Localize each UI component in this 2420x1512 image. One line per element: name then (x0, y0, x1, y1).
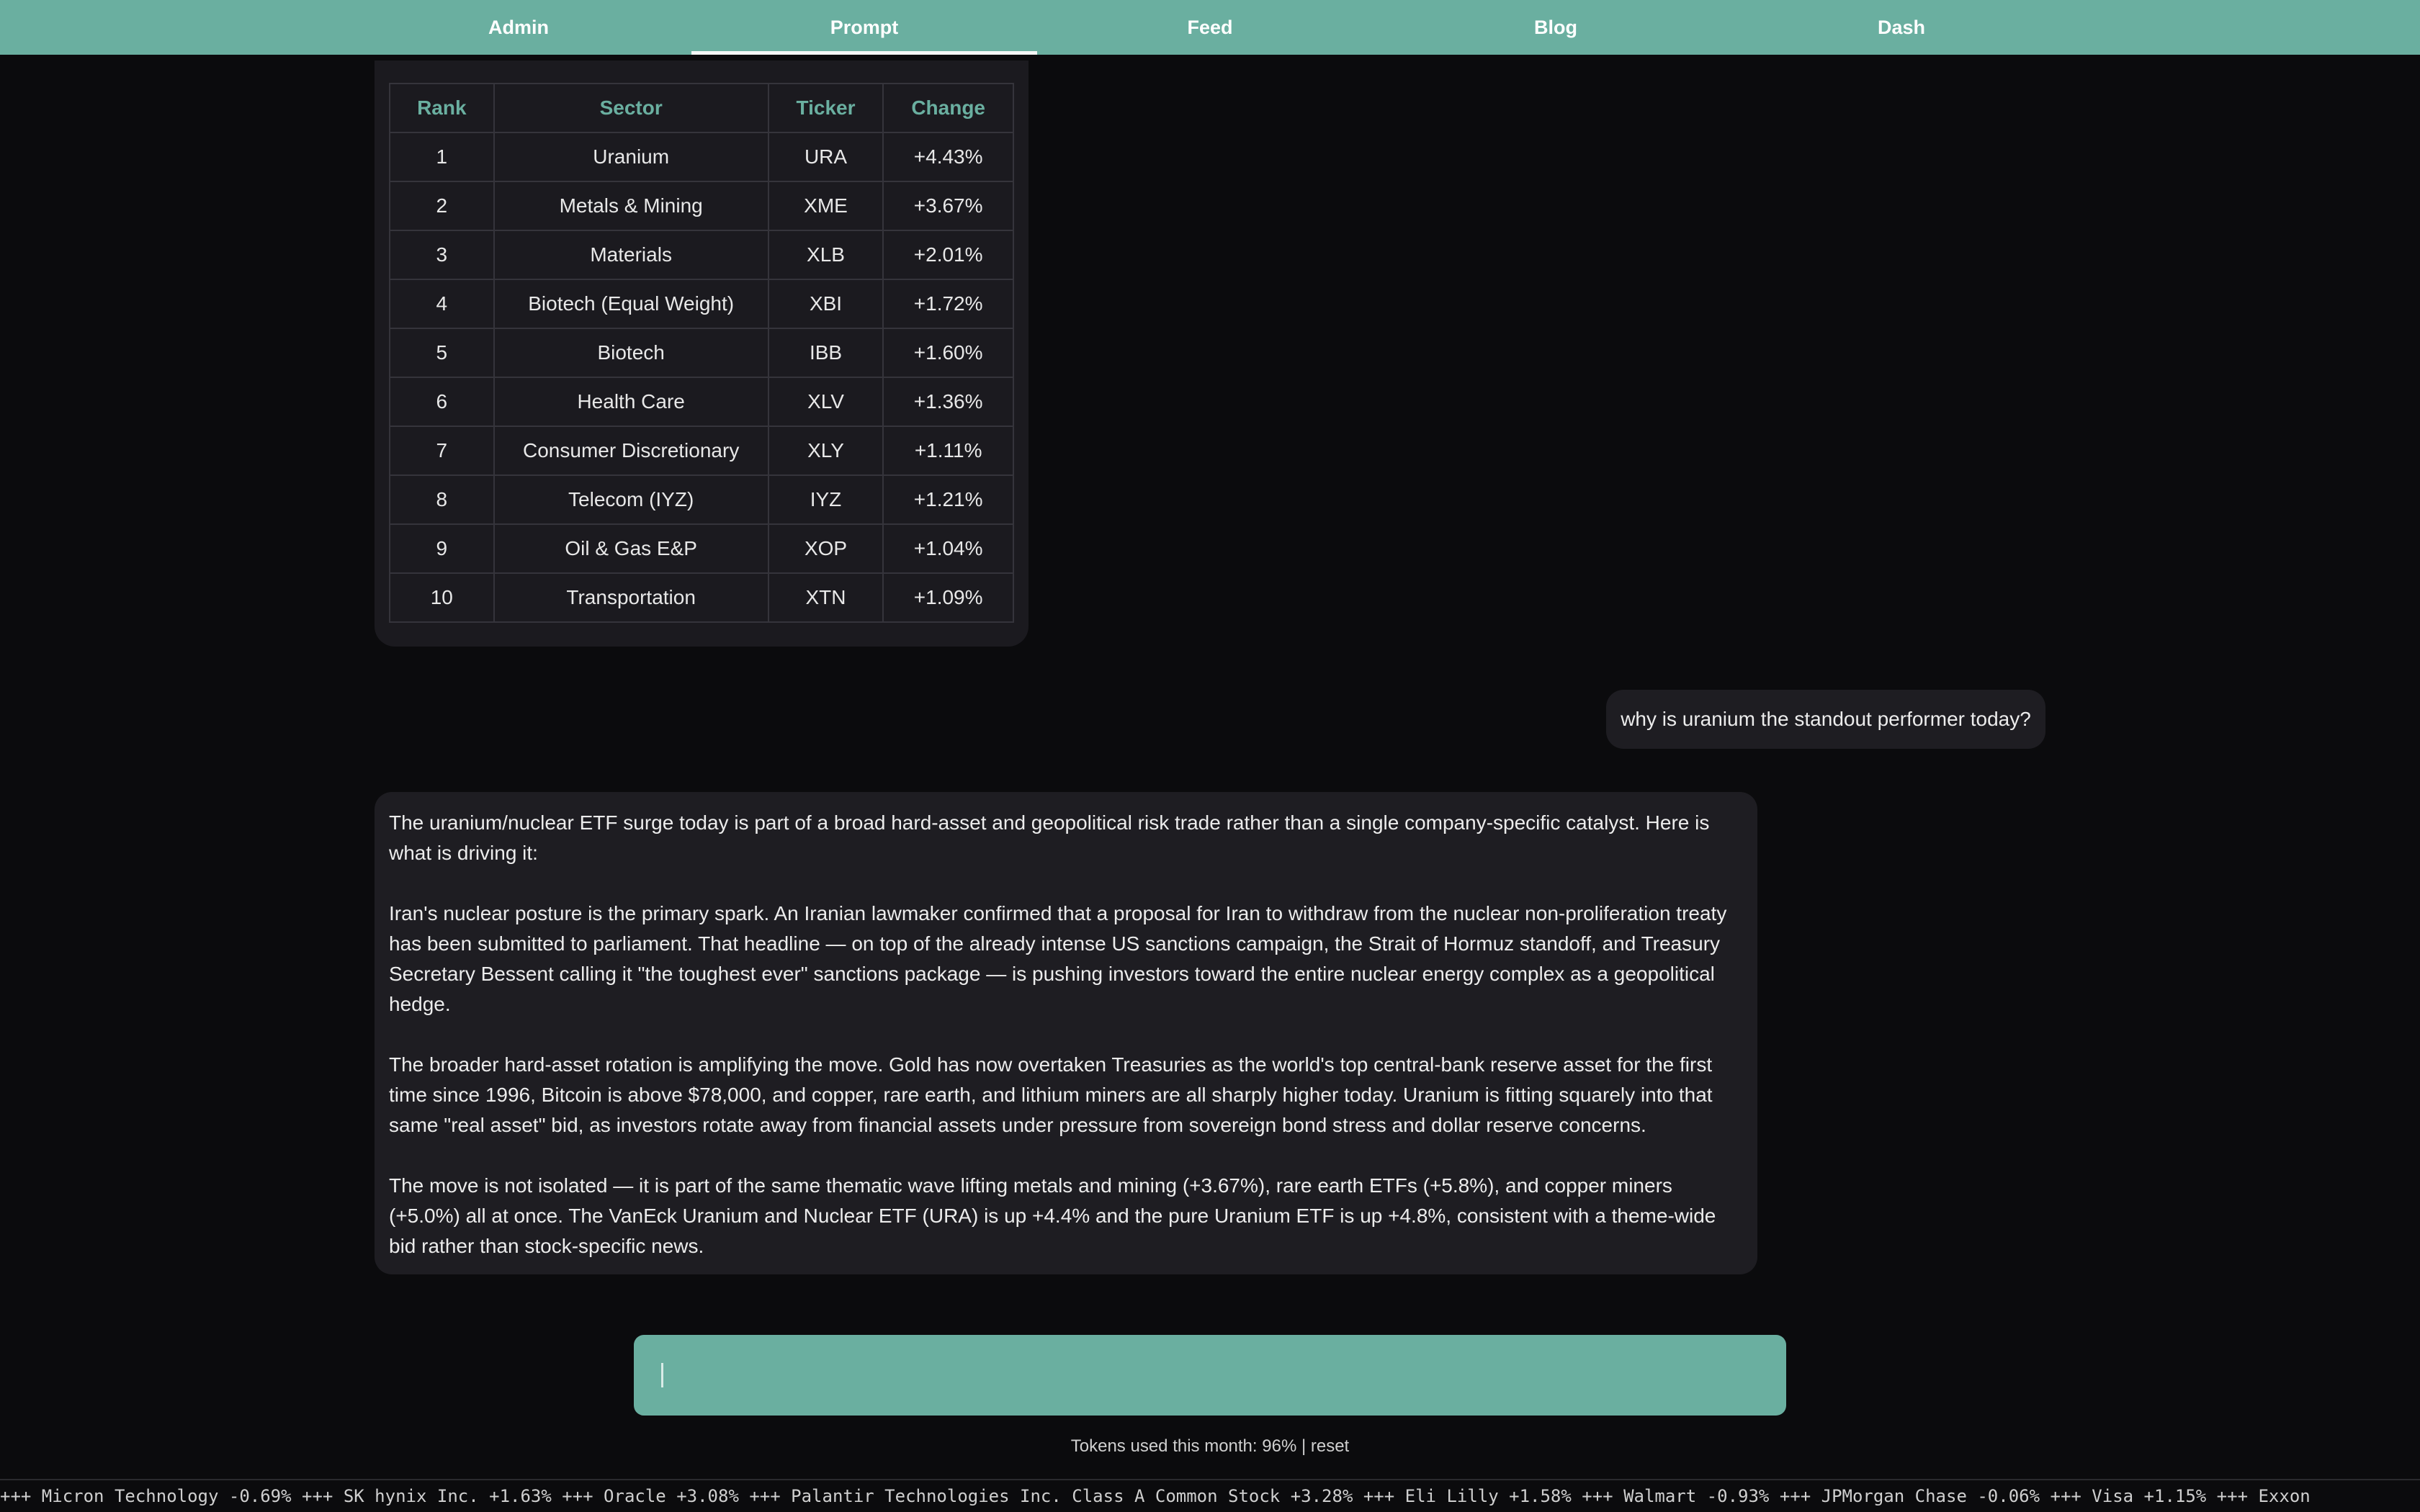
table-row: 6 Health Care XLV +1.36% (389, 377, 1014, 427)
cell-rank: 6 (389, 377, 495, 427)
top-nav: Admin Prompt Feed Blog Dash (0, 0, 2420, 55)
cell-ticker: XLY (767, 426, 884, 476)
nav-tab-dash[interactable]: Dash (1729, 0, 2074, 55)
assistant-message: The uranium/nuclear ETF surge today is p… (375, 792, 1757, 1274)
cell-rank: 3 (389, 230, 495, 280)
header-change: Change (882, 83, 1014, 133)
cell-rank: 9 (389, 523, 495, 574)
cell-ticker: URA (767, 132, 884, 182)
cell-change: +1.21% (882, 474, 1014, 525)
cell-change: +2.01% (882, 230, 1014, 280)
cell-ticker: XBI (767, 279, 884, 329)
nav-tab-admin[interactable]: Admin (346, 0, 691, 55)
table-row: 8 Telecom (IYZ) IYZ +1.21% (389, 474, 1014, 525)
assistant-paragraph: The broader hard-asset rotation is ampli… (389, 1053, 1713, 1136)
cell-rank: 5 (389, 328, 495, 378)
cell-sector: Consumer Discretionary (493, 426, 769, 476)
cell-sector: Biotech (493, 328, 769, 378)
cell-change: +1.04% (882, 523, 1014, 574)
cell-sector: Health Care (493, 377, 769, 427)
assistant-paragraph: Iran's nuclear posture is the primary sp… (389, 902, 1727, 1015)
header-rank: Rank (389, 83, 495, 133)
table-row: 9 Oil & Gas E&P XOP +1.04% (389, 523, 1014, 574)
prompt-input[interactable] (634, 1335, 1786, 1416)
cell-ticker: IYZ (767, 474, 884, 525)
user-message: why is uranium the standout performer to… (1606, 690, 2045, 749)
header-sector: Sector (493, 83, 769, 133)
cell-change: +1.11% (882, 426, 1014, 476)
cell-rank: 7 (389, 426, 495, 476)
assistant-table-message: Rank Sector Ticker Change 1 Uranium URA +4.… (375, 60, 1028, 647)
prompt-box[interactable] (634, 1335, 1786, 1416)
token-usage-text: Tokens used this month: 96% | (1070, 1436, 1311, 1456)
table-row: 1 Uranium URA +4.43% (389, 132, 1014, 182)
cell-change: +1.09% (882, 572, 1014, 623)
cell-rank: 4 (389, 279, 495, 329)
cell-rank: 8 (389, 474, 495, 525)
cell-sector: Materials (493, 230, 769, 280)
table-row: 4 Biotech (Equal Weight) XBI +1.72% (389, 279, 1014, 329)
cell-sector: Telecom (IYZ) (493, 474, 769, 525)
cell-change: +1.60% (882, 328, 1014, 378)
cell-sector: Uranium (493, 132, 769, 182)
nav-tab-prompt[interactable]: Prompt (691, 0, 1037, 55)
stock-ticker-text: +++ Micron Technology -0.69% +++ SK hyni… (0, 1486, 2311, 1506)
cell-change: +4.43% (882, 132, 1014, 182)
cell-sector: Transportation (493, 572, 769, 623)
text-caret (661, 1363, 663, 1387)
table-row: 3 Materials XLB +2.01% (389, 230, 1014, 280)
table-row: 2 Metals & Mining XME +3.67% (389, 181, 1014, 231)
cell-rank: 1 (389, 132, 495, 182)
stock-ticker-bar: +++ Micron Technology -0.69% +++ SK hyni… (0, 1479, 2420, 1512)
cell-ticker: XME (767, 181, 884, 231)
sector-performance-table: Rank Sector Ticker Change 1 Uranium URA +4.… (389, 83, 1014, 623)
cell-change: +3.67% (882, 181, 1014, 231)
cell-ticker: XLV (767, 377, 884, 427)
table-row: 10 Transportation XTN +1.09% (389, 572, 1014, 623)
cell-sector: Metals & Mining (493, 181, 769, 231)
reset-link[interactable]: reset (1311, 1436, 1349, 1456)
cell-ticker: XTN (767, 572, 884, 623)
cell-ticker: IBB (767, 328, 884, 378)
table-header-row: Rank Sector Ticker Change (389, 83, 1014, 133)
token-usage: Tokens used this month: 96% | reset (0, 1436, 2420, 1457)
cell-rank: 2 (389, 181, 495, 231)
cell-change: +1.36% (882, 377, 1014, 427)
cell-ticker: XOP (767, 523, 884, 574)
cell-sector: Oil & Gas E&P (493, 523, 769, 574)
cell-rank: 10 (389, 572, 495, 623)
header-ticker: Ticker (767, 83, 884, 133)
assistant-paragraph: The uranium/nuclear ETF surge today is p… (389, 811, 1710, 864)
cell-ticker: XLB (767, 230, 884, 280)
table-row: 7 Consumer Discretionary XLY +1.11% (389, 426, 1014, 476)
nav-tab-feed[interactable]: Feed (1037, 0, 1383, 55)
table-row: 5 Biotech IBB +1.60% (389, 328, 1014, 378)
cell-sector: Biotech (Equal Weight) (493, 279, 769, 329)
nav-tab-blog[interactable]: Blog (1383, 0, 1729, 55)
cell-change: +1.72% (882, 279, 1014, 329)
assistant-paragraph: The move is not isolated — it is part of… (389, 1174, 1716, 1257)
